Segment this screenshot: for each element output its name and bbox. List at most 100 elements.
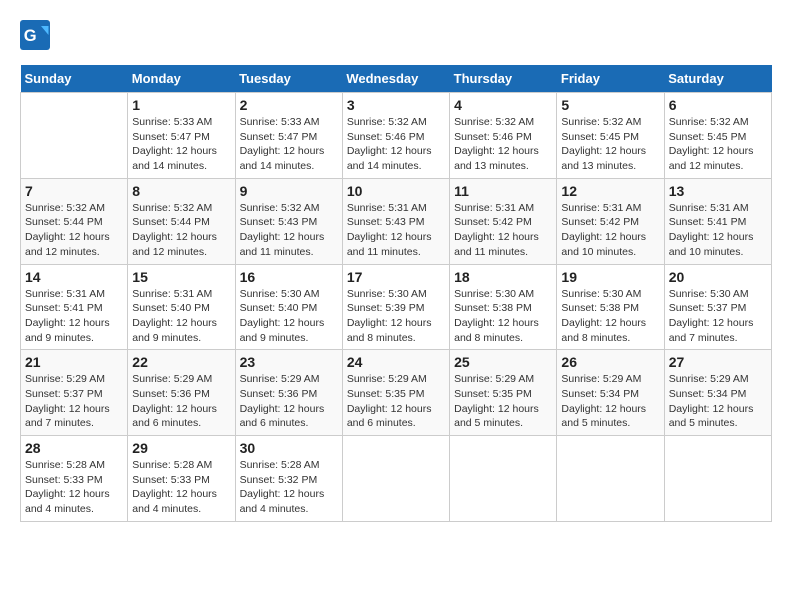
calendar-cell bbox=[557, 436, 664, 522]
day-info: Sunrise: 5:30 AMSunset: 5:37 PMDaylight:… bbox=[669, 287, 767, 346]
day-info: Sunrise: 5:29 AMSunset: 5:36 PMDaylight:… bbox=[132, 372, 230, 431]
day-number: 18 bbox=[454, 269, 552, 285]
day-info: Sunrise: 5:29 AMSunset: 5:35 PMDaylight:… bbox=[454, 372, 552, 431]
day-info: Sunrise: 5:30 AMSunset: 5:39 PMDaylight:… bbox=[347, 287, 445, 346]
calendar-week-row: 21 Sunrise: 5:29 AMSunset: 5:37 PMDayligh… bbox=[21, 350, 772, 436]
day-info: Sunrise: 5:32 AMSunset: 5:45 PMDaylight:… bbox=[561, 115, 659, 174]
calendar-week-row: 7 Sunrise: 5:32 AMSunset: 5:44 PMDaylight… bbox=[21, 178, 772, 264]
calendar-header-wednesday: Wednesday bbox=[342, 65, 449, 93]
calendar-cell: 22Sunrise: 5:29 AMSunset: 5:36 PMDayligh… bbox=[128, 350, 235, 436]
day-info: Sunrise: 5:29 AMSunset: 5:35 PMDaylight:… bbox=[347, 372, 445, 431]
svg-text:G: G bbox=[24, 27, 37, 45]
logo: G bbox=[20, 20, 54, 50]
day-number: 17 bbox=[347, 269, 445, 285]
day-number: 7 bbox=[25, 183, 123, 199]
calendar-header-monday: Monday bbox=[128, 65, 235, 93]
day-number: 30 bbox=[240, 440, 338, 456]
day-info: Sunrise: 5:32 AMSunset: 5:44 PMDaylight:… bbox=[132, 201, 230, 260]
calendar-cell: 24 Sunrise: 5:29 AMSunset: 5:35 PMDayligh… bbox=[342, 350, 449, 436]
day-number: 11 bbox=[454, 183, 552, 199]
day-number: 29 bbox=[132, 440, 230, 456]
calendar-cell: 2 Sunrise: 5:33 AMSunset: 5:47 PMDaylight… bbox=[235, 93, 342, 179]
day-number: 5 bbox=[561, 97, 659, 113]
calendar-cell: 25 Sunrise: 5:29 AMSunset: 5:35 PMDayligh… bbox=[450, 350, 557, 436]
day-number: 8 bbox=[132, 183, 230, 199]
day-info: Sunrise: 5:29 AMSunset: 5:37 PMDaylight:… bbox=[25, 372, 123, 431]
calendar-cell: 5 Sunrise: 5:32 AMSunset: 5:45 PMDaylight… bbox=[557, 93, 664, 179]
day-number: 28 bbox=[25, 440, 123, 456]
day-number: 9 bbox=[240, 183, 338, 199]
day-info: Sunrise: 5:33 AMSunset: 5:47 PMDaylight:… bbox=[132, 115, 230, 174]
day-number: 24 bbox=[347, 354, 445, 370]
calendar-cell: 9 Sunrise: 5:32 AMSunset: 5:43 PMDaylight… bbox=[235, 178, 342, 264]
day-number: 3 bbox=[347, 97, 445, 113]
calendar-header-saturday: Saturday bbox=[664, 65, 771, 93]
day-number: 12 bbox=[561, 183, 659, 199]
calendar-week-row: 14Sunrise: 5:31 AMSunset: 5:41 PMDayligh… bbox=[21, 264, 772, 350]
day-number: 27 bbox=[669, 354, 767, 370]
day-info: Sunrise: 5:31 AMSunset: 5:40 PMDaylight:… bbox=[132, 287, 230, 346]
calendar-header-thursday: Thursday bbox=[450, 65, 557, 93]
calendar-cell: 16 Sunrise: 5:30 AMSunset: 5:40 PMDayligh… bbox=[235, 264, 342, 350]
day-number: 6 bbox=[669, 97, 767, 113]
day-info: Sunrise: 5:32 AMSunset: 5:44 PMDaylight:… bbox=[25, 201, 123, 260]
calendar-cell bbox=[450, 436, 557, 522]
calendar-cell: 27 Sunrise: 5:29 AMSunset: 5:34 PMDayligh… bbox=[664, 350, 771, 436]
calendar-cell: 21 Sunrise: 5:29 AMSunset: 5:37 PMDayligh… bbox=[21, 350, 128, 436]
day-number: 21 bbox=[25, 354, 123, 370]
day-number: 23 bbox=[240, 354, 338, 370]
calendar-cell: 20 Sunrise: 5:30 AMSunset: 5:37 PMDayligh… bbox=[664, 264, 771, 350]
day-info: Sunrise: 5:31 AMSunset: 5:41 PMDaylight:… bbox=[669, 201, 767, 260]
calendar-cell bbox=[342, 436, 449, 522]
calendar-cell: 10 Sunrise: 5:31 AMSunset: 5:43 PMDayligh… bbox=[342, 178, 449, 264]
calendar-header-row: SundayMondayTuesdayWednesdayThursdayFrid… bbox=[21, 65, 772, 93]
calendar-cell: 23 Sunrise: 5:29 AMSunset: 5:36 PMDayligh… bbox=[235, 350, 342, 436]
calendar-cell: 3 Sunrise: 5:32 AMSunset: 5:46 PMDaylight… bbox=[342, 93, 449, 179]
day-info: Sunrise: 5:31 AMSunset: 5:42 PMDaylight:… bbox=[561, 201, 659, 260]
day-info: Sunrise: 5:29 AMSunset: 5:34 PMDaylight:… bbox=[561, 372, 659, 431]
day-info: Sunrise: 5:29 AMSunset: 5:36 PMDaylight:… bbox=[240, 372, 338, 431]
day-info: Sunrise: 5:28 AMSunset: 5:32 PMDaylight:… bbox=[240, 458, 338, 517]
calendar-cell: 29Sunrise: 5:28 AMSunset: 5:33 PMDayligh… bbox=[128, 436, 235, 522]
day-number: 13 bbox=[669, 183, 767, 199]
top-area: G bbox=[20, 20, 772, 55]
calendar-cell: 6 Sunrise: 5:32 AMSunset: 5:45 PMDaylight… bbox=[664, 93, 771, 179]
day-info: Sunrise: 5:32 AMSunset: 5:46 PMDaylight:… bbox=[347, 115, 445, 174]
day-number: 1 bbox=[132, 97, 230, 113]
day-info: Sunrise: 5:29 AMSunset: 5:34 PMDaylight:… bbox=[669, 372, 767, 431]
calendar-cell: 28 Sunrise: 5:28 AMSunset: 5:33 PMDayligh… bbox=[21, 436, 128, 522]
calendar-cell: 14Sunrise: 5:31 AMSunset: 5:41 PMDayligh… bbox=[21, 264, 128, 350]
calendar-cell: 1 Sunrise: 5:33 AMSunset: 5:47 PMDaylight… bbox=[128, 93, 235, 179]
calendar-cell: 30 Sunrise: 5:28 AMSunset: 5:32 PMDayligh… bbox=[235, 436, 342, 522]
calendar-cell: 11 Sunrise: 5:31 AMSunset: 5:42 PMDayligh… bbox=[450, 178, 557, 264]
calendar-cell: 13 Sunrise: 5:31 AMSunset: 5:41 PMDayligh… bbox=[664, 178, 771, 264]
calendar-cell bbox=[21, 93, 128, 179]
calendar-week-row: 1 Sunrise: 5:33 AMSunset: 5:47 PMDaylight… bbox=[21, 93, 772, 179]
calendar-header-friday: Friday bbox=[557, 65, 664, 93]
day-number: 16 bbox=[240, 269, 338, 285]
day-info: Sunrise: 5:33 AMSunset: 5:47 PMDaylight:… bbox=[240, 115, 338, 174]
day-number: 14 bbox=[25, 269, 123, 285]
calendar-cell bbox=[664, 436, 771, 522]
calendar-cell: 15 Sunrise: 5:31 AMSunset: 5:40 PMDayligh… bbox=[128, 264, 235, 350]
day-number: 2 bbox=[240, 97, 338, 113]
calendar-cell: 18 Sunrise: 5:30 AMSunset: 5:38 PMDayligh… bbox=[450, 264, 557, 350]
day-info: Sunrise: 5:32 AMSunset: 5:45 PMDaylight:… bbox=[669, 115, 767, 174]
day-info: Sunrise: 5:31 AMSunset: 5:42 PMDaylight:… bbox=[454, 201, 552, 260]
calendar-cell: 8 Sunrise: 5:32 AMSunset: 5:44 PMDaylight… bbox=[128, 178, 235, 264]
calendar-table: SundayMondayTuesdayWednesdayThursdayFrid… bbox=[20, 65, 772, 522]
day-info: Sunrise: 5:30 AMSunset: 5:40 PMDaylight:… bbox=[240, 287, 338, 346]
day-number: 20 bbox=[669, 269, 767, 285]
day-info: Sunrise: 5:30 AMSunset: 5:38 PMDaylight:… bbox=[454, 287, 552, 346]
calendar-cell: 17 Sunrise: 5:30 AMSunset: 5:39 PMDayligh… bbox=[342, 264, 449, 350]
day-info: Sunrise: 5:28 AMSunset: 5:33 PMDaylight:… bbox=[25, 458, 123, 517]
day-number: 25 bbox=[454, 354, 552, 370]
day-number: 15 bbox=[132, 269, 230, 285]
calendar-cell: 12 Sunrise: 5:31 AMSunset: 5:42 PMDayligh… bbox=[557, 178, 664, 264]
day-info: Sunrise: 5:31 AMSunset: 5:43 PMDaylight:… bbox=[347, 201, 445, 260]
day-info: Sunrise: 5:32 AMSunset: 5:43 PMDaylight:… bbox=[240, 201, 338, 260]
calendar-cell: 26 Sunrise: 5:29 AMSunset: 5:34 PMDayligh… bbox=[557, 350, 664, 436]
day-number: 10 bbox=[347, 183, 445, 199]
day-number: 26 bbox=[561, 354, 659, 370]
calendar-cell: 19Sunrise: 5:30 AMSunset: 5:38 PMDayligh… bbox=[557, 264, 664, 350]
